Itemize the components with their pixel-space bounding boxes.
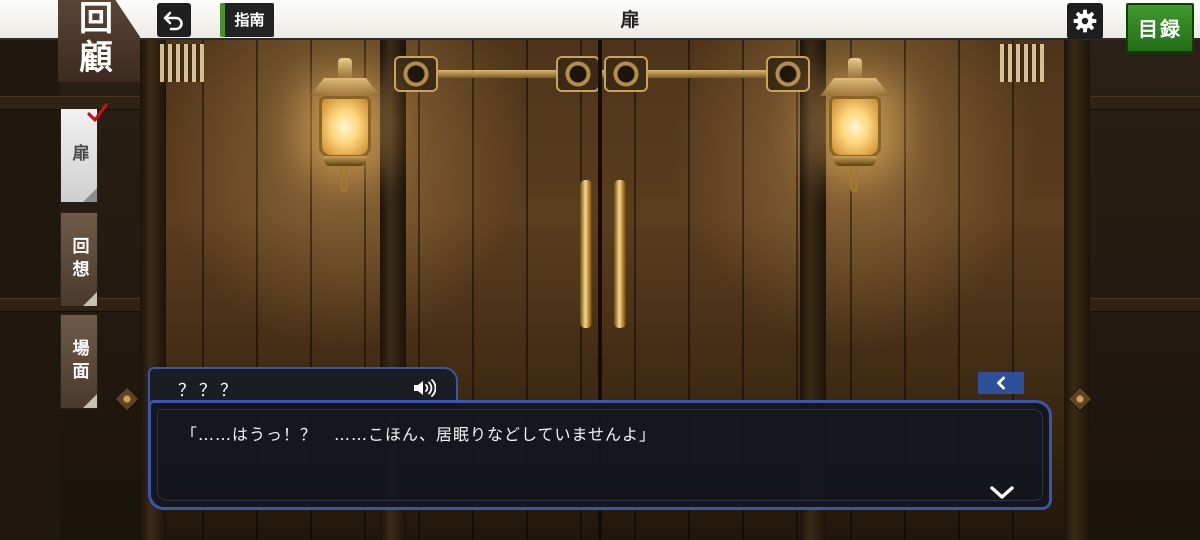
door-handle-left: [580, 180, 592, 328]
settings-button[interactable]: [1067, 3, 1103, 39]
lantern-left: [310, 58, 380, 192]
door-handle-right: [614, 180, 626, 328]
top-bar: 指南 扉 目録: [0, 0, 1200, 53]
chevron-left-icon: [997, 376, 1005, 390]
pillar-right: [1064, 40, 1090, 540]
side-tab-recollection[interactable]: 回想: [60, 212, 98, 307]
checkmark-icon: [87, 103, 108, 122]
index-button[interactable]: 目録: [1126, 3, 1194, 53]
side-tab-label: 場面: [68, 338, 89, 385]
back-button[interactable]: [157, 3, 191, 37]
speaker-icon[interactable]: [412, 378, 436, 398]
undo-icon: [163, 11, 183, 31]
door-medallion: [394, 56, 438, 92]
lattice-vent-left: [160, 44, 204, 82]
chapter-title: 扉: [620, 9, 640, 31]
door-medallion: [604, 56, 648, 92]
side-panel-header: 回顧: [58, 0, 148, 82]
side-title: 回顧: [79, 0, 113, 78]
right-wall-rail: [1090, 96, 1200, 110]
left-wall-edge: [0, 40, 60, 540]
side-tab-label: 回想: [68, 236, 89, 283]
gear-icon: [1073, 9, 1097, 33]
right-wall-rail: [1090, 298, 1200, 312]
side-tab-scene[interactable]: 場面: [60, 314, 98, 409]
dialogue-text: 「……はうっ！？ ……こほん、居眠りなどしていませんよ」: [181, 425, 657, 444]
chevron-down-icon[interactable]: [989, 485, 1015, 501]
lantern-right: [820, 58, 890, 192]
guide-button[interactable]: 指南: [220, 3, 274, 37]
right-wall: [1090, 40, 1200, 540]
speaker-name: ？？？: [178, 381, 241, 401]
door-medallion: [556, 56, 600, 92]
door-medallion: [766, 56, 810, 92]
lattice-vent-right: [1000, 44, 1044, 82]
side-tab-label: 扉: [68, 144, 89, 167]
dialogue-box[interactable]: 「……はうっ！？ ……こほん、居眠りなどしていませんよ」: [148, 400, 1052, 510]
backlog-button[interactable]: [978, 372, 1024, 394]
